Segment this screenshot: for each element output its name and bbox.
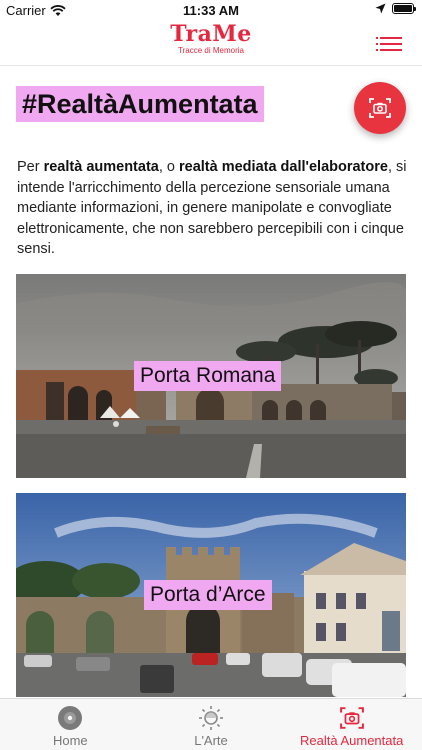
app-header: TraMe Tracce di Memoria [0, 20, 422, 66]
ar-camera-button[interactable] [354, 82, 406, 134]
tab-arte[interactable]: L'Arte [141, 699, 282, 750]
tab-realta-aumentata[interactable]: Realtà Aumentata [281, 699, 422, 750]
tab-home-label: Home [52, 733, 88, 748]
term-augmented-reality: realtà aumentata [43, 159, 159, 175]
app-logo: TraMe Tracce di Memoria [0, 22, 422, 55]
tab-home[interactable]: Home [0, 699, 141, 750]
tab-realta-aumentata-label: Realtà Aumentata [300, 733, 404, 748]
porta-romana-card[interactable]: Porta Romana [16, 274, 406, 478]
page-title: #RealtàAumentata [16, 86, 264, 122]
home-icon [58, 706, 83, 730]
ar-camera-icon [369, 98, 391, 118]
battery-icon [392, 3, 416, 14]
menu-list-icon[interactable] [376, 37, 402, 51]
camera-icon [339, 707, 364, 729]
logo-subtitle: Tracce di Memoria [178, 46, 244, 55]
tab-bar: Home L'Arte Realtà Aumentata [0, 698, 422, 750]
tab-arte-label: L'Arte [194, 733, 228, 748]
porta-darce-card[interactable]: Porta d’Arce [16, 493, 406, 697]
location-arrow-icon [375, 3, 386, 14]
porta-darce-label: Porta d’Arce [144, 580, 272, 610]
porta-romana-label: Porta Romana [134, 361, 282, 391]
intro-paragraph: Per realtà aumentata, o realtà mediata d… [17, 159, 407, 257]
clock: 11:33 AM [183, 3, 239, 18]
status-bar: Carrier 11:33 AM [0, 0, 422, 20]
art-icon [199, 706, 223, 730]
logo-title: TraMe [170, 21, 252, 47]
term-mediated-reality: realtà mediata dall'elaboratore [179, 159, 388, 175]
